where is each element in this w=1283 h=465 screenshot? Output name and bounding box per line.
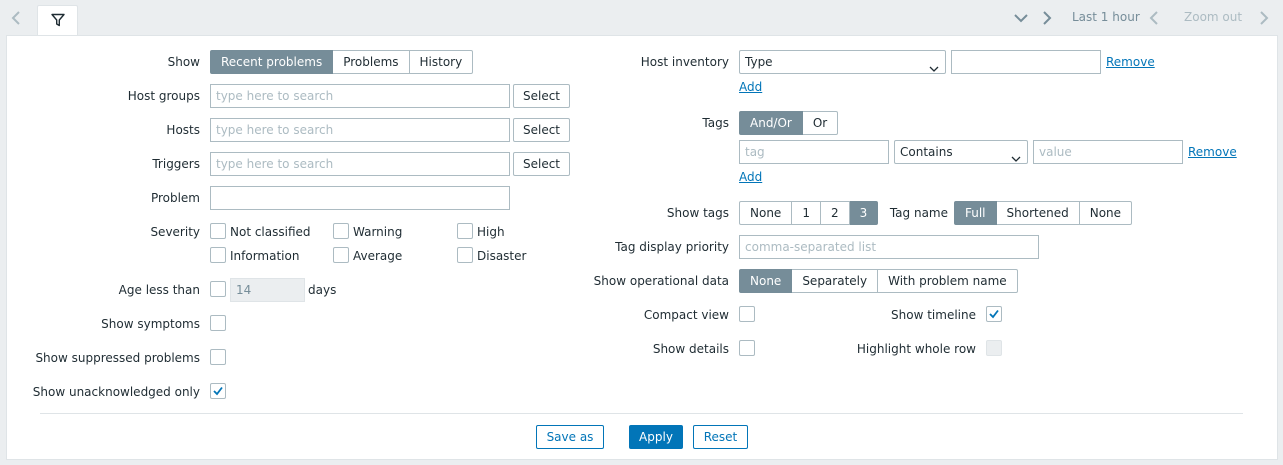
operational-data-label: Show operational data [593,274,729,288]
operational-data-segment: None Separately With problem name [739,269,1018,293]
show-tags-2-button[interactable]: 2 [820,201,850,225]
filter-topbar: Last 1 hour Zoom out [0,0,1283,36]
severity-option-label: Average [353,249,403,263]
severity-average-checkbox[interactable] [333,247,349,263]
chevron-down-icon [1011,148,1021,170]
filter-tab[interactable] [37,5,78,36]
tag-name-full-button[interactable]: Full [954,201,997,225]
save-as-button[interactable]: Save as [536,425,604,449]
chevron-left-icon[interactable] [10,9,26,27]
tag-name-shortened-button[interactable]: Shortened [996,201,1080,225]
age-label: Age less than [118,283,200,297]
compact-view-checkbox[interactable] [739,306,755,322]
highlight-row-checkbox[interactable] [986,340,1002,356]
show-problems-button[interactable]: Problems [333,50,410,74]
operational-data-separately-button[interactable]: Separately [792,269,879,293]
show-recent-problems-button[interactable]: Recent problems [210,50,334,74]
show-symptoms-label: Show symptoms [101,317,200,331]
host-inventory-label: Host inventory [640,55,729,69]
host-inventory-field-dropdown[interactable]: Type [739,50,946,74]
tag-name-label: Tag name [889,206,948,220]
host-inventory-field-value: Type [745,55,773,69]
tag-name-segment: Full Shortened None [954,201,1133,225]
severity-disaster-checkbox[interactable] [457,247,473,263]
tags-label: Tags [702,116,729,130]
age-unit-label: days [308,283,337,297]
operational-data-with-problem-name-button[interactable]: With problem name [878,269,1018,293]
show-segment: Recent problems Problems History [210,50,474,74]
host-groups-select-button[interactable]: Select [513,84,570,108]
tag-add-link[interactable]: Add [739,170,762,184]
show-suppressed-label: Show suppressed problems [35,351,200,365]
chevron-down-icon[interactable] [1013,9,1029,27]
show-timeline-label: Show timeline [891,308,976,322]
tag-name-none-button[interactable]: None [1079,201,1133,225]
tags-or-button[interactable]: Or [802,111,839,135]
host-inventory-add-link[interactable]: Add [739,80,762,94]
show-suppressed-checkbox[interactable] [210,349,226,365]
time-range-label[interactable]: Last 1 hour [1072,10,1140,24]
severity-warning-checkbox[interactable] [333,223,349,239]
severity-label: Severity [150,225,200,239]
severity-information-checkbox[interactable] [210,247,226,263]
zoom-out-label[interactable]: Zoom out [1184,10,1242,24]
show-timeline-checkbox[interactable] [986,306,1002,322]
chevron-down-icon [929,58,939,80]
severity-high-checkbox[interactable] [457,223,473,239]
show-tags-1-button[interactable]: 1 [792,201,821,225]
show-label: Show [167,55,200,69]
reset-button[interactable]: Reset [693,425,748,449]
highlight-row-label: Highlight whole row [856,342,976,356]
compact-view-label: Compact view [643,308,729,322]
tag-value-input[interactable] [1033,140,1183,164]
apply-button[interactable]: Apply [629,425,683,449]
chevron-right-icon[interactable] [1258,9,1274,27]
divider [40,413,1243,414]
show-history-button[interactable]: History [409,50,474,74]
show-tags-none-button[interactable]: None [739,201,793,225]
show-unack-checkbox[interactable] [210,383,226,399]
show-tags-label: Show tags [666,206,729,220]
show-details-label: Show details [652,342,729,356]
problem-input[interactable] [210,186,510,210]
triggers-input[interactable] [210,152,510,176]
tag-name-input[interactable] [739,140,889,164]
severity-option-label: Information [230,249,300,263]
checkmark-icon [213,386,223,396]
severity-not-classified-checkbox[interactable] [210,223,226,239]
show-symptoms-checkbox[interactable] [210,315,226,331]
hosts-label: Hosts [166,123,200,137]
host-groups-input[interactable] [210,84,510,108]
age-checkbox[interactable] [210,281,226,297]
chevron-right-icon[interactable] [1041,9,1057,27]
show-details-checkbox[interactable] [739,340,755,356]
operational-data-none-button[interactable]: None [739,269,793,293]
checkmark-icon [989,309,999,319]
tag-priority-label: Tag display priority [615,240,729,254]
severity-option-label: High [477,225,505,239]
tag-remove-link[interactable]: Remove [1188,145,1237,159]
severity-option-label: Warning [353,225,403,239]
tags-and-or-button[interactable]: And/Or [739,111,803,135]
age-days-input[interactable] [230,278,305,302]
severity-option-label: Not classified [230,225,311,239]
host-inventory-value-input[interactable] [951,50,1101,74]
filter-icon [50,13,65,30]
tag-priority-input[interactable] [739,235,1039,259]
show-unack-label: Show unacknowledged only [32,385,200,399]
tag-condition-value: Contains [900,145,953,159]
triggers-select-button[interactable]: Select [513,152,570,176]
host-groups-label: Host groups [127,89,200,103]
tags-operator-segment: And/Or Or [739,111,839,135]
triggers-label: Triggers [152,157,200,171]
problem-label: Problem [150,191,200,205]
host-inventory-remove-link[interactable]: Remove [1106,55,1155,69]
tag-condition-dropdown[interactable]: Contains [894,140,1028,164]
chevron-left-icon[interactable] [1148,9,1164,27]
hosts-input[interactable] [210,118,510,142]
